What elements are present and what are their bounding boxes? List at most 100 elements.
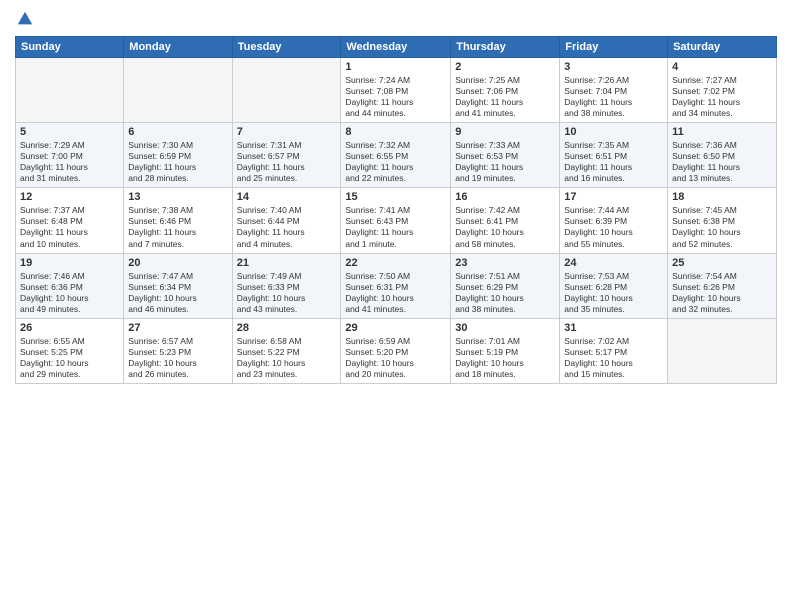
calendar-cell: 29Sunrise: 6:59 AMSunset: 5:20 PMDayligh…: [341, 318, 451, 383]
calendar-cell: 3Sunrise: 7:26 AMSunset: 7:04 PMDaylight…: [560, 58, 668, 123]
cell-text: Sunrise: 7:47 AMSunset: 6:34 PMDaylight:…: [128, 271, 227, 315]
day-number: 22: [345, 257, 446, 269]
calendar-cell: [124, 58, 232, 123]
cell-text: Sunrise: 7:25 AMSunset: 7:06 PMDaylight:…: [455, 75, 555, 119]
calendar-cell: [16, 58, 124, 123]
day-of-week-header: Saturday: [668, 37, 777, 58]
calendar-week-row: 12 Sunrise: 7:37 AMSunset: 6:48 PMDayligh…: [16, 188, 777, 253]
calendar-cell: 19Sunrise: 7:46 AMSunset: 6:36 PMDayligh…: [16, 253, 124, 318]
cell-text: Sunrise: 7:32 AMSunset: 6:55 PMDaylight:…: [345, 140, 446, 184]
calendar-cell: 28 Sunrise: 6:58 AMSunset: 5:22 PMDayligh…: [232, 318, 341, 383]
calendar-cell: 22 Sunrise: 7:50 AMSunset: 6:31 PMDayligh…: [341, 253, 451, 318]
calendar-cell: 12 Sunrise: 7:37 AMSunset: 6:48 PMDayligh…: [16, 188, 124, 253]
day-number: 4: [672, 61, 772, 73]
day-number: 3: [564, 61, 663, 73]
cell-text: Sunrise: 7:01 AMSunset: 5:19 PMDaylight:…: [455, 336, 555, 380]
day-of-week-header: Friday: [560, 37, 668, 58]
day-number: 13: [128, 191, 227, 203]
cell-text: Sunrise: 6:57 AMSunset: 5:23 PMDaylight:…: [128, 336, 227, 380]
cell-text: Sunrise: 7:45 AMSunset: 6:38 PMDaylight:…: [672, 205, 772, 249]
calendar-cell: 30 Sunrise: 7:01 AMSunset: 5:19 PMDayligh…: [451, 318, 560, 383]
day-number: 31: [564, 322, 663, 334]
day-number: 1: [345, 61, 446, 73]
cell-text: Sunrise: 7:24 AMSunset: 7:08 PMDaylight:…: [345, 75, 446, 119]
day-number: 9: [455, 126, 555, 138]
day-number: 16: [455, 191, 555, 203]
calendar-cell: 2Sunrise: 7:25 AMSunset: 7:06 PMDaylight…: [451, 58, 560, 123]
cell-text: Sunrise: 7:36 AMSunset: 6:50 PMDaylight:…: [672, 140, 772, 184]
day-number: 12: [20, 191, 119, 203]
cell-text: Sunrise: 7:54 AMSunset: 6:26 PMDaylight:…: [672, 271, 772, 315]
cell-text: Sunrise: 7:41 AMSunset: 6:43 PMDaylight:…: [345, 205, 446, 249]
calendar-cell: 7 Sunrise: 7:31 AMSunset: 6:57 PMDaylight…: [232, 123, 341, 188]
day-number: 30: [455, 322, 555, 334]
calendar-cell: 8 Sunrise: 7:32 AMSunset: 6:55 PMDaylight…: [341, 123, 451, 188]
day-number: 19: [20, 257, 119, 269]
calendar-week-row: 26Sunrise: 6:55 AMSunset: 5:25 PMDayligh…: [16, 318, 777, 383]
header: [15, 10, 777, 28]
logo-icon: [16, 10, 34, 28]
cell-text: Sunrise: 7:29 AMSunset: 7:00 PMDaylight:…: [20, 140, 119, 184]
cell-text: Sunrise: 7:31 AMSunset: 6:57 PMDaylight:…: [237, 140, 337, 184]
day-of-week-header: Monday: [124, 37, 232, 58]
calendar-body: 1 Sunrise: 7:24 AMSunset: 7:08 PMDaylight…: [16, 58, 777, 384]
cell-text: Sunrise: 7:40 AMSunset: 6:44 PMDaylight:…: [237, 205, 337, 249]
calendar-cell: 27 Sunrise: 6:57 AMSunset: 5:23 PMDayligh…: [124, 318, 232, 383]
cell-text: Sunrise: 6:58 AMSunset: 5:22 PMDaylight:…: [237, 336, 337, 380]
calendar-cell: [232, 58, 341, 123]
day-of-week-header: Wednesday: [341, 37, 451, 58]
cell-text: Sunrise: 7:51 AMSunset: 6:29 PMDaylight:…: [455, 271, 555, 315]
day-number: 10: [564, 126, 663, 138]
day-number: 20: [128, 257, 227, 269]
calendar-cell: 31Sunrise: 7:02 AMSunset: 5:17 PMDayligh…: [560, 318, 668, 383]
day-of-week-header: Thursday: [451, 37, 560, 58]
calendar-table: SundayMondayTuesdayWednesdayThursdayFrid…: [15, 36, 777, 384]
day-number: 28: [237, 322, 337, 334]
day-number: 27: [128, 322, 227, 334]
calendar-cell: 5 Sunrise: 7:29 AMSunset: 7:00 PMDaylight…: [16, 123, 124, 188]
calendar-cell: 18 Sunrise: 7:45 AMSunset: 6:38 PMDayligh…: [668, 188, 777, 253]
day-number: 17: [564, 191, 663, 203]
calendar-cell: 13Sunrise: 7:38 AMSunset: 6:46 PMDayligh…: [124, 188, 232, 253]
cell-text: Sunrise: 6:55 AMSunset: 5:25 PMDaylight:…: [20, 336, 119, 380]
calendar-cell: 9 Sunrise: 7:33 AMSunset: 6:53 PMDaylight…: [451, 123, 560, 188]
day-of-week-header: Sunday: [16, 37, 124, 58]
cell-text: Sunrise: 7:35 AMSunset: 6:51 PMDaylight:…: [564, 140, 663, 184]
calendar-week-row: 19Sunrise: 7:46 AMSunset: 6:36 PMDayligh…: [16, 253, 777, 318]
day-of-week-header: Tuesday: [232, 37, 341, 58]
day-number: 5: [20, 126, 119, 138]
cell-text: Sunrise: 7:42 AMSunset: 6:41 PMDaylight:…: [455, 205, 555, 249]
page: SundayMondayTuesdayWednesdayThursdayFrid…: [0, 0, 792, 612]
calendar-cell: 6 Sunrise: 7:30 AMSunset: 6:59 PMDaylight…: [124, 123, 232, 188]
day-number: 8: [345, 126, 446, 138]
cell-text: Sunrise: 7:44 AMSunset: 6:39 PMDaylight:…: [564, 205, 663, 249]
calendar-cell: 11 Sunrise: 7:36 AMSunset: 6:50 PMDayligh…: [668, 123, 777, 188]
cell-text: Sunrise: 7:50 AMSunset: 6:31 PMDaylight:…: [345, 271, 446, 315]
day-number: 11: [672, 126, 772, 138]
calendar-cell: 10 Sunrise: 7:35 AMSunset: 6:51 PMDayligh…: [560, 123, 668, 188]
day-number: 15: [345, 191, 446, 203]
day-number: 18: [672, 191, 772, 203]
calendar-cell: 15 Sunrise: 7:41 AMSunset: 6:43 PMDayligh…: [341, 188, 451, 253]
day-number: 6: [128, 126, 227, 138]
day-number: 25: [672, 257, 772, 269]
calendar-cell: 26Sunrise: 6:55 AMSunset: 5:25 PMDayligh…: [16, 318, 124, 383]
cell-text: Sunrise: 7:53 AMSunset: 6:28 PMDaylight:…: [564, 271, 663, 315]
cell-text: Sunrise: 7:33 AMSunset: 6:53 PMDaylight:…: [455, 140, 555, 184]
calendar-cell: 21Sunrise: 7:49 AMSunset: 6:33 PMDayligh…: [232, 253, 341, 318]
calendar-cell: 17 Sunrise: 7:44 AMSunset: 6:39 PMDayligh…: [560, 188, 668, 253]
cell-text: Sunrise: 7:27 AMSunset: 7:02 PMDaylight:…: [672, 75, 772, 119]
day-number: 7: [237, 126, 337, 138]
calendar-cell: 24Sunrise: 7:53 AMSunset: 6:28 PMDayligh…: [560, 253, 668, 318]
cell-text: Sunrise: 7:49 AMSunset: 6:33 PMDaylight:…: [237, 271, 337, 315]
day-number: 14: [237, 191, 337, 203]
cell-text: Sunrise: 7:30 AMSunset: 6:59 PMDaylight:…: [128, 140, 227, 184]
day-number: 23: [455, 257, 555, 269]
calendar-header-row: SundayMondayTuesdayWednesdayThursdayFrid…: [16, 37, 777, 58]
calendar-cell: 20 Sunrise: 7:47 AMSunset: 6:34 PMDayligh…: [124, 253, 232, 318]
calendar-cell: 14 Sunrise: 7:40 AMSunset: 6:44 PMDayligh…: [232, 188, 341, 253]
cell-text: Sunrise: 7:37 AMSunset: 6:48 PMDaylight:…: [20, 205, 119, 249]
calendar-cell: 16 Sunrise: 7:42 AMSunset: 6:41 PMDayligh…: [451, 188, 560, 253]
calendar-week-row: 1 Sunrise: 7:24 AMSunset: 7:08 PMDaylight…: [16, 58, 777, 123]
calendar-cell: 25 Sunrise: 7:54 AMSunset: 6:26 PMDayligh…: [668, 253, 777, 318]
